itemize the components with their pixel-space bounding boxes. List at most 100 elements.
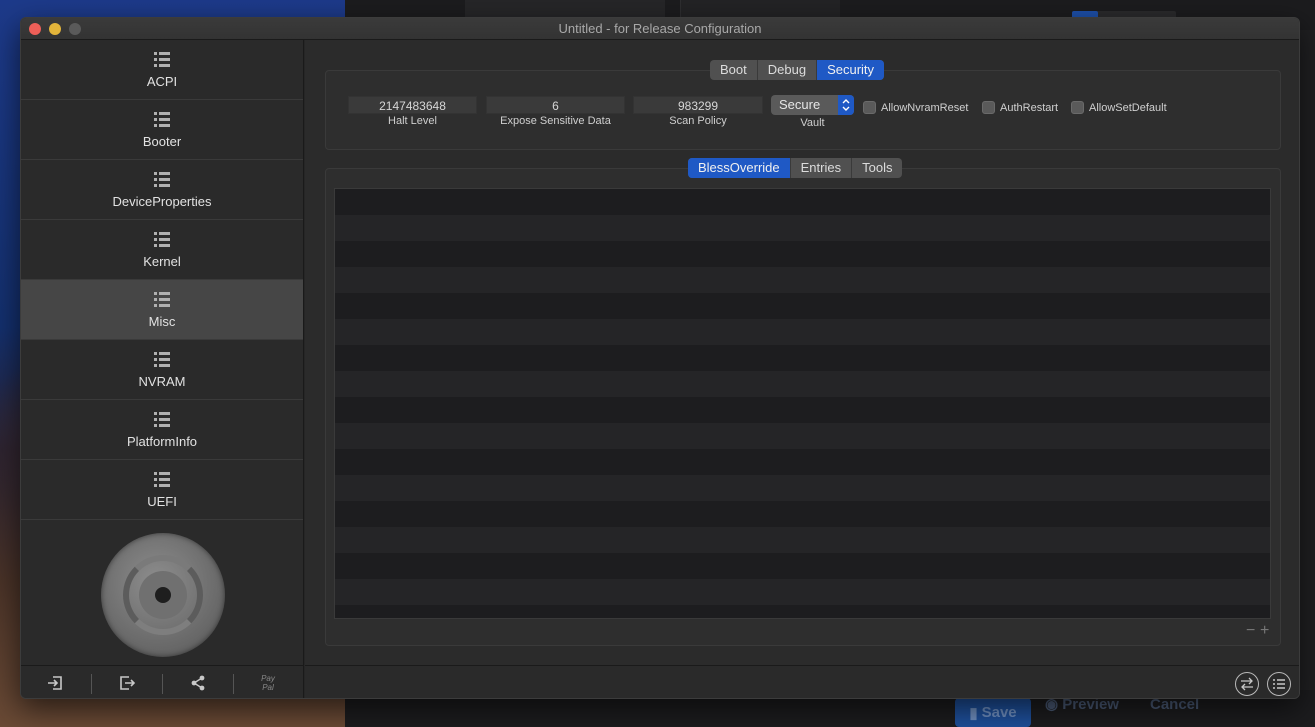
app-window: Untitled - for Release Configuration ACP… (20, 17, 1300, 699)
list-icon (154, 412, 170, 427)
toolbar-divider (233, 674, 234, 694)
tab-entries[interactable]: Entries (791, 158, 853, 178)
halt-level-label: Halt Level (388, 115, 437, 127)
table-row[interactable] (335, 267, 1270, 293)
swap-arrows-icon (1241, 677, 1253, 691)
convert-button[interactable] (1235, 672, 1259, 696)
list-icon (154, 472, 170, 487)
expose-sensitive-data-label: Expose Sensitive Data (500, 115, 611, 127)
vault-label: Vault (800, 117, 825, 129)
background-save-button[interactable]: ▮ Save (955, 698, 1031, 727)
vault-value: Secure (779, 97, 821, 112)
sidebar-item-label: ACPI (146, 74, 178, 89)
export-button[interactable] (115, 672, 139, 694)
tab-tools[interactable]: Tools (852, 158, 902, 178)
sidebar-item-label: Misc (148, 314, 176, 329)
background-window-strip (1300, 30, 1315, 690)
table-row[interactable] (335, 553, 1270, 579)
sidebar-item-nvram[interactable]: NVRAM (21, 340, 303, 400)
tab-boot[interactable]: Boot (710, 60, 758, 80)
halt-level-field[interactable]: 2147483648 (348, 96, 477, 114)
sidebar-item-booter[interactable]: Booter (21, 100, 303, 160)
sidebar-item-acpi[interactable]: ACPI (21, 40, 303, 100)
table-row[interactable] (335, 345, 1270, 371)
table-row[interactable] (335, 241, 1270, 267)
sidebar-toolbar: Pay Pal (21, 665, 304, 698)
table-row[interactable] (335, 215, 1270, 241)
title-bar: Untitled - for Release Configuration (21, 18, 1299, 40)
list-icon (1273, 679, 1285, 689)
background-preview-button[interactable]: ◉ Preview (1045, 697, 1119, 712)
tab-security[interactable]: Security (817, 60, 885, 80)
auth-restart-checkbox[interactable]: AuthRestart (982, 101, 1058, 114)
sidebar-item-label: PlatformInfo (126, 434, 198, 449)
sidebar: ACPI Booter DeviceProperties Kernel Misc… (21, 40, 304, 665)
window-title: Untitled - for Release Configuration (558, 21, 762, 36)
add-row-button[interactable]: + (1260, 623, 1269, 639)
checkbox-label: AllowSetDefault (1089, 101, 1167, 114)
table-row[interactable] (335, 319, 1270, 345)
share-button[interactable] (186, 672, 210, 694)
sidebar-item-kernel[interactable]: Kernel (21, 220, 303, 280)
sidebar-item-label: DeviceProperties (112, 194, 212, 209)
toolbar-divider (91, 674, 92, 694)
toolbar-divider (162, 674, 163, 694)
table-row[interactable] (335, 189, 1270, 215)
table-row[interactable] (335, 371, 1270, 397)
table-row[interactable] (335, 475, 1270, 501)
sidebar-item-misc[interactable]: Misc (21, 280, 303, 340)
list-icon (154, 172, 170, 187)
bottom-toolbar (305, 665, 1299, 698)
allow-nvram-reset-checkbox[interactable]: AllowNvramReset (863, 101, 968, 114)
import-icon (48, 676, 62, 690)
chevron-updown-icon (838, 95, 854, 115)
tab-debug[interactable]: Debug (758, 60, 818, 80)
remove-row-button[interactable]: − (1246, 623, 1255, 639)
sidebar-item-label: NVRAM (138, 374, 186, 389)
allow-set-default-checkbox[interactable]: AllowSetDefault (1071, 101, 1167, 114)
list-icon (154, 52, 170, 67)
disc-hole (155, 587, 171, 603)
sidebar-item-platforminfo[interactable]: PlatformInfo (21, 400, 303, 460)
checkbox-box (982, 101, 995, 114)
checkbox-box (863, 101, 876, 114)
list-icon (154, 292, 170, 307)
sidebar-item-uefi[interactable]: UEFI (21, 460, 303, 520)
list-icon (154, 352, 170, 367)
list-view-button[interactable] (1267, 672, 1291, 696)
bless-override-table[interactable] (334, 188, 1271, 619)
tools-section-tabs: BlessOverride Entries Tools (688, 158, 903, 178)
export-icon (120, 676, 136, 690)
sidebar-item-label: Booter (142, 134, 182, 149)
background-window-header (465, 0, 665, 18)
paypal-icon: Pay Pal (261, 674, 275, 692)
main-content: Boot Debug Security 2147483648 Halt Leve… (305, 40, 1299, 665)
misc-section-tabs: Boot Debug Security (710, 60, 885, 80)
paypal-donate-button[interactable]: Pay Pal (256, 672, 280, 694)
share-icon (191, 675, 205, 691)
list-icon (154, 112, 170, 127)
tab-bless-override[interactable]: BlessOverride (688, 158, 791, 178)
list-icon (154, 232, 170, 247)
scan-policy-label: Scan Policy (669, 115, 727, 127)
table-row[interactable] (335, 397, 1270, 423)
table-row[interactable] (335, 605, 1270, 618)
table-row[interactable] (335, 449, 1270, 475)
vault-popup[interactable]: Secure (771, 95, 854, 115)
sidebar-item-deviceproperties[interactable]: DeviceProperties (21, 160, 303, 220)
table-row[interactable] (335, 579, 1270, 605)
lock-icon: ▮ (969, 704, 978, 722)
background-window-panel (680, 0, 840, 18)
table-row[interactable] (335, 527, 1270, 553)
sidebar-item-label: UEFI (147, 494, 177, 509)
scan-policy-field[interactable]: 983299 (633, 96, 763, 114)
table-row[interactable] (335, 423, 1270, 449)
background-cancel-button[interactable]: Cancel (1150, 697, 1199, 712)
checkbox-label: AuthRestart (1000, 101, 1059, 114)
table-row[interactable] (335, 501, 1270, 527)
table-row[interactable] (335, 293, 1270, 319)
expose-sensitive-data-field[interactable]: 6 (486, 96, 625, 114)
checkbox-label: AllowNvramReset (881, 101, 969, 114)
sidebar-item-label: Kernel (143, 254, 181, 269)
import-button[interactable] (43, 672, 67, 694)
